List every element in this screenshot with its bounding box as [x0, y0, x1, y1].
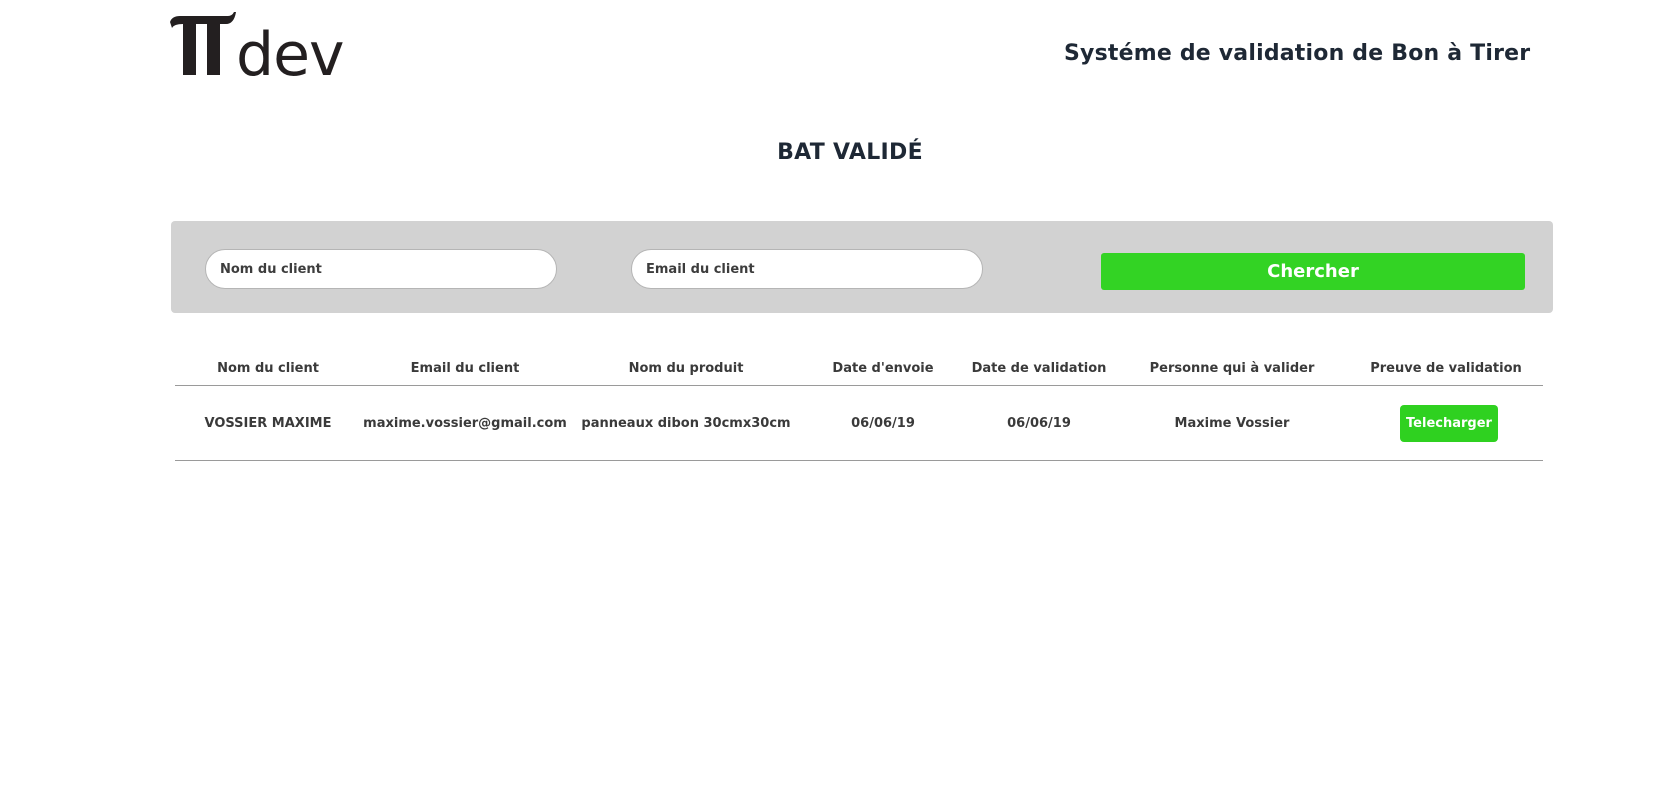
column-header-sent-date: Date d'envoie [803, 352, 963, 386]
column-header-validated-by: Personne qui à valider [1115, 352, 1349, 386]
page-title: BAT VALIDÉ [777, 140, 923, 165]
column-header-validation-date: Date de validation [963, 352, 1115, 386]
cell-client-email: maxime.vossier@gmail.com [361, 385, 569, 461]
cell-sent-date: 06/06/19 [803, 385, 963, 461]
search-button[interactable]: Chercher [1101, 253, 1525, 290]
cell-validation-proof: Telecharger [1349, 385, 1543, 461]
cell-validated-by: Maxime Vossier [1115, 385, 1349, 461]
table-header-row: Nom du client Email du client Nom du pro… [175, 352, 1543, 386]
download-proof-button[interactable]: Telecharger [1400, 404, 1498, 442]
column-header-product-name: Nom du produit [569, 352, 803, 386]
validated-bat-table: Nom du client Email du client Nom du pro… [175, 352, 1543, 461]
cell-product-name: panneaux dibon 30cmx30cm [569, 385, 803, 461]
column-header-client-name: Nom du client [175, 352, 361, 386]
logo-text: dev [236, 20, 344, 78]
column-header-client-email: Email du client [361, 352, 569, 386]
cell-validation-date: 06/06/19 [963, 385, 1115, 461]
client-name-search-input[interactable] [205, 249, 557, 289]
column-header-validation-proof: Preuve de validation [1349, 352, 1543, 386]
table-row: VOSSIER MAXIME maxime.vossier@gmail.com … [175, 385, 1543, 461]
search-panel: Chercher [171, 221, 1553, 313]
ttdev-logo: dev [170, 12, 345, 78]
cell-client-name: VOSSIER MAXIME [175, 385, 361, 461]
client-email-search-input[interactable] [631, 249, 983, 289]
app-title: Systéme de validation de Bon à Tirer [1064, 41, 1531, 66]
